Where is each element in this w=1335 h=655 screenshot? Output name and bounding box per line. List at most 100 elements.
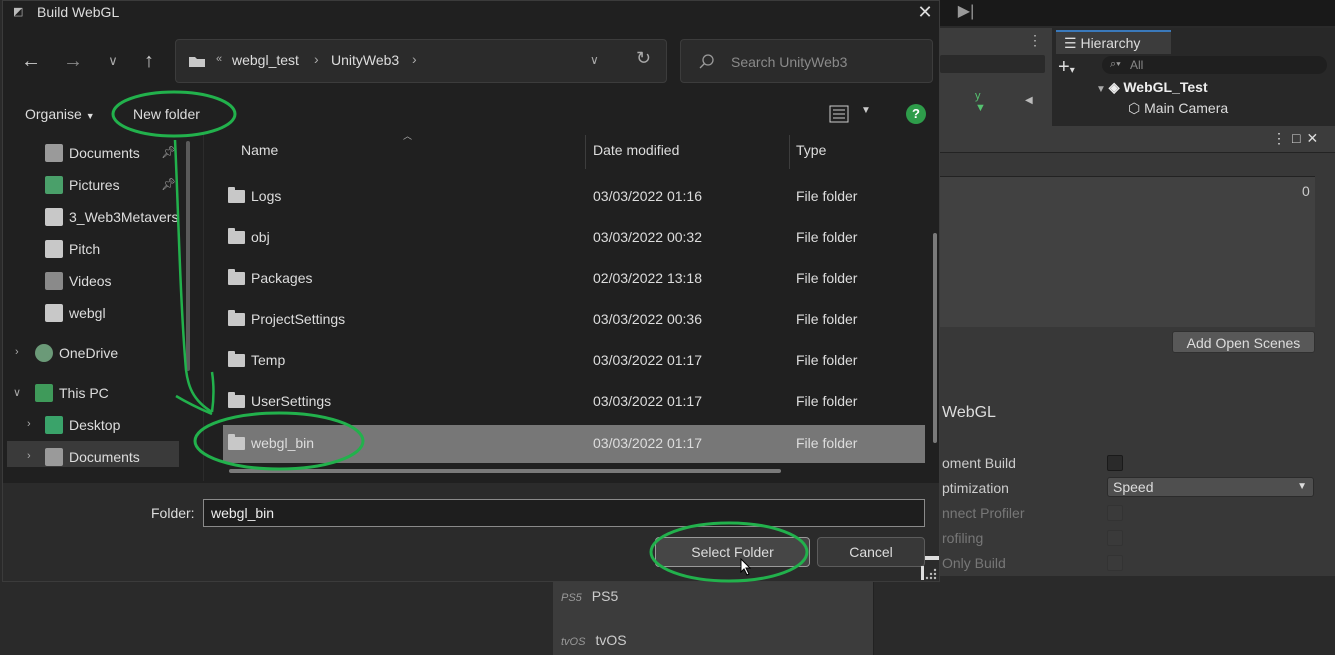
chevron-down-icon[interactable]: ∨ [590, 53, 599, 67]
scene-search[interactable] [940, 55, 1045, 73]
chevron-down-icon: ▼ [85, 111, 95, 121]
select-folder-button[interactable]: Select Folder [655, 537, 810, 567]
nav-item-desktop[interactable]: Desktop [45, 413, 120, 437]
camera-gizmo-icon: ◀ [1025, 95, 1033, 106]
column-header-name[interactable]: Name [241, 142, 278, 158]
forward-arrow-icon[interactable]: → [59, 47, 87, 75]
chevron-down-icon[interactable]: ▼ [861, 105, 871, 116]
search-icon: ⌕▾ [1110, 58, 1121, 70]
title-bar[interactable] [3, 1, 939, 25]
recent-locations-icon[interactable]: ∨ [99, 47, 127, 75]
folder-icon [189, 57, 205, 67]
nav-scrollbar[interactable] [186, 141, 190, 371]
nav-item-3-web3metaverse[interactable]: 3_Web3Metavers [45, 205, 178, 229]
table-row[interactable]: UserSettings 03/03/2022 01:17 File folde… [223, 383, 925, 421]
pane-divider[interactable] [203, 133, 204, 481]
window-controls[interactable]: ⋮□✕ [1272, 130, 1324, 147]
desktop-icon [45, 416, 63, 434]
development-build-checkbox[interactable] [1107, 455, 1123, 471]
nav-item-label: webgl [69, 305, 106, 321]
nav-item-pitch[interactable]: Pitch [45, 237, 100, 261]
file-type: File folder [796, 270, 858, 286]
add-object-button[interactable]: +▾ [1058, 56, 1075, 79]
ps5-logo-icon: PS5 [561, 592, 582, 604]
column-header-date[interactable]: Date modified [593, 142, 679, 158]
deep-profiling-label: rofiling [942, 530, 984, 546]
nav-item-documents[interactable]: Documents [45, 141, 140, 165]
breadcrumb-webgl-test[interactable]: webgl_test [232, 52, 299, 68]
column-headers: Name Date modified Type [223, 133, 925, 169]
table-row[interactable]: obj 03/03/2022 00:32 File folder [223, 219, 925, 257]
resize-grip-icon[interactable] [921, 556, 939, 580]
chevron-right-icon[interactable]: › [15, 346, 19, 358]
close-icon[interactable]: ✕ [911, 1, 939, 23]
platform-title: WebGL [942, 404, 996, 421]
step-icon[interactable]: ▶| [955, 2, 977, 22]
view-options-icon[interactable] [829, 105, 849, 123]
folder-name-input[interactable]: webgl_bin [203, 499, 925, 527]
search-input[interactable]: Search UnityWeb3 [680, 39, 933, 83]
videos-icon [45, 272, 63, 290]
chevron-right-icon[interactable]: › [27, 418, 31, 430]
table-row[interactable]: ProjectSettings 03/03/2022 00:36 File fo… [223, 301, 925, 339]
pictures-icon [45, 176, 63, 194]
autoconnect-profiler-checkbox[interactable] [1107, 505, 1123, 521]
platform-tvos[interactable]: tvOS tvOS [561, 632, 627, 648]
table-row-selected[interactable]: webgl_bin 03/03/2022 01:17 File folder [223, 425, 925, 463]
pin-icon[interactable]: 📌︎ [161, 145, 176, 159]
more-options-icon[interactable]: ⋮ [1028, 32, 1042, 49]
back-arrow-icon[interactable]: ← [17, 47, 45, 75]
nav-item-videos[interactable]: Videos [45, 269, 112, 293]
nav-item-pictures[interactable]: Pictures [45, 173, 120, 197]
file-name: Temp [251, 352, 286, 368]
cancel-button[interactable]: Cancel [817, 537, 925, 567]
deep-profiling-checkbox[interactable] [1107, 530, 1123, 546]
breadcrumb-unityweb3[interactable]: UnityWeb3 [331, 52, 399, 68]
help-icon[interactable]: ? [906, 104, 926, 124]
organise-menu[interactable]: Organise ▼ [25, 106, 95, 122]
tab-hierarchy[interactable]: ☰ Hierarchy [1056, 30, 1171, 54]
folder-icon [228, 434, 245, 450]
nav-item-label: 3_Web3Metavers [69, 209, 179, 225]
platform-ps5[interactable]: PS5 PS5 [561, 588, 618, 604]
platform-ps5-label: PS5 [591, 588, 619, 604]
development-build-label: oment Build [942, 455, 1016, 471]
hierarchy-search-input[interactable]: All [1102, 56, 1327, 74]
refresh-icon[interactable]: ↻ [636, 48, 651, 69]
nav-item-documents-pc[interactable]: Documents [45, 445, 140, 469]
scripts-only-build-checkbox[interactable] [1107, 555, 1123, 571]
file-name: Packages [251, 270, 313, 286]
file-list-scrollbar[interactable] [933, 233, 937, 443]
add-open-scenes-button[interactable]: Add Open Scenes [1172, 331, 1315, 353]
file-date: 03/03/2022 00:36 [593, 311, 702, 327]
unity-logo-icon: ◈ [1108, 79, 1124, 95]
table-row[interactable]: Packages 02/03/2022 13:18 File folder [223, 260, 925, 298]
horizontal-scrollbar[interactable] [229, 469, 781, 473]
chevron-down-icon[interactable]: ∨ [13, 386, 21, 399]
new-folder-button[interactable]: New folder [133, 106, 200, 122]
column-header-type[interactable]: Type [796, 142, 826, 158]
table-row[interactable]: Logs 03/03/2022 01:16 File folder [223, 178, 925, 216]
up-arrow-icon[interactable]: ↑ [135, 47, 163, 75]
unity-logo-icon: ◩ [13, 6, 24, 18]
address-bar[interactable]: « webgl_test › UnityWeb3 › ∨ ↻ [175, 39, 667, 83]
hierarchy-scene-row[interactable]: ▼ ◈ WebGL_Test [1096, 79, 1208, 96]
column-divider[interactable] [585, 135, 586, 169]
platform-tvos-label: tvOS [595, 632, 627, 648]
folder-icon [228, 269, 245, 285]
nav-item-webgl[interactable]: webgl [45, 301, 106, 325]
nav-item-this-pc[interactable]: This PC [35, 381, 109, 405]
table-row[interactable]: Temp 03/03/2022 01:17 File folder [223, 342, 925, 380]
address-overflow[interactable]: « [216, 53, 222, 65]
nav-item-onedrive[interactable]: OneDrive [35, 341, 118, 365]
pin-icon[interactable]: 📌︎ [161, 177, 176, 191]
chevron-right-icon[interactable]: › [27, 450, 31, 462]
scenes-in-build-list[interactable] [940, 176, 1315, 327]
hierarchy-camera-row[interactable]: ⬡ Main Camera [1128, 100, 1228, 117]
autoconnect-profiler-label: nnect Profiler [942, 505, 1025, 521]
scene-gizmo-icon[interactable]: y ▼ [975, 90, 997, 120]
folder-icon [228, 228, 245, 244]
optimization-dropdown[interactable]: Speed ▼ [1107, 477, 1314, 497]
column-divider[interactable] [789, 135, 790, 169]
file-name: UserSettings [251, 393, 332, 409]
